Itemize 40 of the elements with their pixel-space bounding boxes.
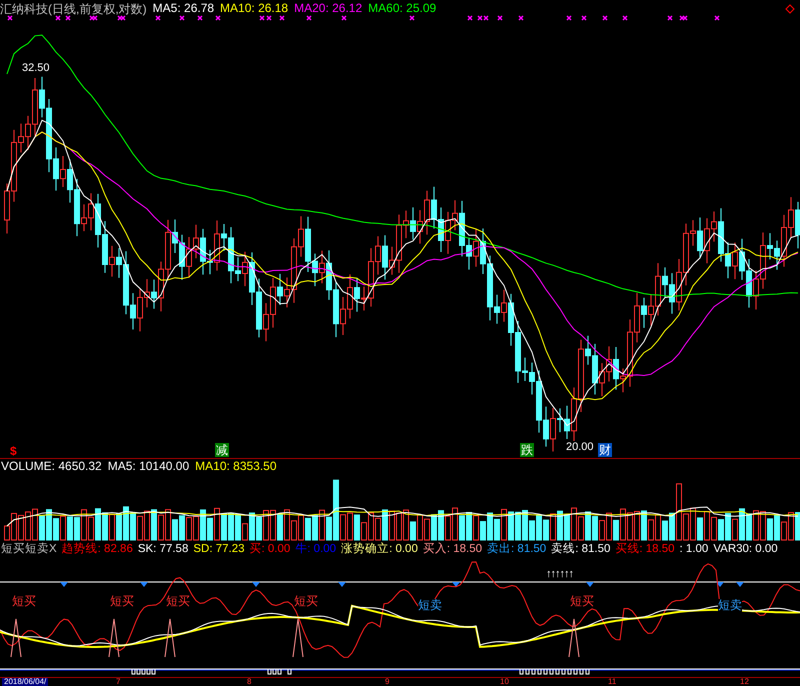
month-label: 12 [740, 678, 749, 686]
month-label: 10 [500, 678, 509, 686]
signal-label: 短卖 [418, 598, 442, 612]
indicator-reading: 短买短卖X [1, 542, 57, 557]
indicator-reading: 趋势线: 82.86 [62, 542, 133, 557]
indicator-reading: 卖出: 81.50 [487, 542, 546, 557]
arrow-marks: ↑↑↑↑↑↑ [546, 568, 573, 581]
chart-title: 汇纳科技(日线,前复权,对数) [0, 1, 147, 18]
event-marker: 减 [215, 443, 229, 457]
signal-label: 短买 [110, 594, 134, 608]
indicator-reading: MA5: 26.78 [152, 1, 214, 17]
indicator-reading: SD: 77.23 [193, 542, 245, 557]
indicator-reading: MA60: 25.09 [368, 1, 436, 17]
date-label: 2018/06/04/ [2, 678, 48, 686]
indicator-reading: MA10: 26.18 [220, 1, 288, 17]
event-marker: 财 [598, 443, 612, 457]
indicator-reading: MA20: 26.12 [294, 1, 362, 17]
indicator-reading: 买入: 18.50 [422, 542, 482, 557]
month-label: 9 [385, 678, 390, 686]
month-label: 8 [247, 678, 252, 686]
indicator-reading: 涨势确立: 0.00 [341, 541, 418, 557]
volume-reading: VOLUME: 4650.32 [1, 458, 102, 473]
volume-reading: MA5: 10140.00 [108, 458, 190, 473]
signal-label: 短卖 [718, 598, 742, 612]
indicator-reading: SK: 77.58 [138, 542, 188, 557]
indicator-reading: 卖线: 81.50 [551, 542, 610, 557]
volume-reading: MA10: 8353.50 [195, 458, 277, 473]
indicator-reading: 牛: 0.00 [295, 542, 336, 557]
month-label: 7 [116, 678, 120, 686]
indicator-reading: 买线: 18.50 [615, 542, 675, 557]
event-marker: $ [9, 444, 18, 458]
signal-label: 短买 [570, 594, 594, 608]
signal-label: 短买 [12, 594, 36, 608]
signal-label: 短买 [166, 594, 190, 608]
month-label: 11 [608, 678, 616, 686]
indicator-reading: VAR30: 0.00 [713, 542, 778, 557]
event-marker: 跌 [520, 443, 534, 457]
indicator-reading: 买: 0.00 [250, 542, 290, 557]
signal-label: 短买 [294, 594, 318, 608]
indicator-reading: : 1.00 [680, 542, 708, 557]
